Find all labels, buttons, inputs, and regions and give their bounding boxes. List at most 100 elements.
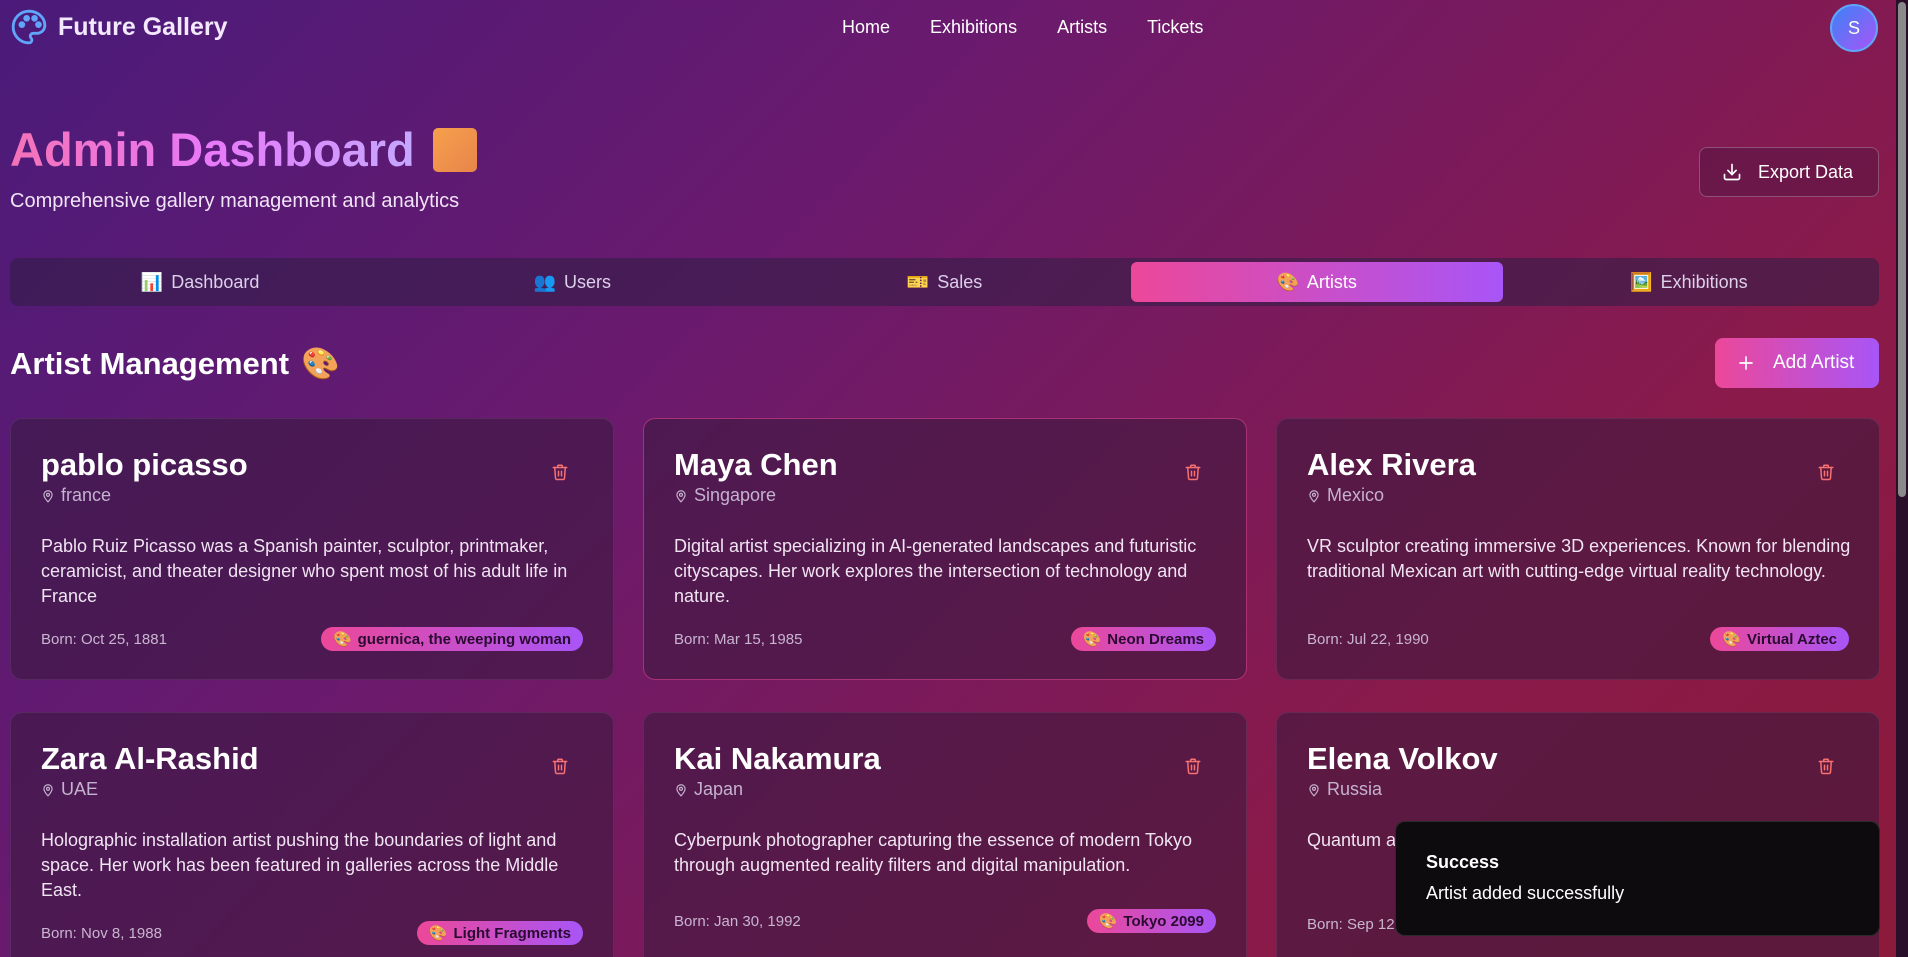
tab-sales[interactable]: 🎫 Sales	[758, 262, 1130, 302]
palette-icon: 🎨	[1082, 631, 1102, 648]
born-date: Born: Jul 22, 1990	[1307, 630, 1429, 648]
export-data-button[interactable]: Export Data	[1699, 147, 1879, 197]
artist-card: Kai Nakamura Japan Cyberpunk photographe…	[643, 712, 1247, 957]
card-footer: Born: Jul 22, 1990 🎨 Virtual Aztec	[1307, 627, 1849, 651]
palette-icon: 🎨	[332, 631, 352, 648]
ticket-icon: 🎫	[906, 271, 930, 292]
nav-exhibitions[interactable]: Exhibitions	[930, 17, 1017, 38]
delete-artist-icon[interactable]	[1184, 755, 1202, 777]
map-pin-icon	[676, 783, 686, 797]
title-decoration	[432, 127, 477, 172]
scrollbar[interactable]	[1896, 0, 1908, 957]
artwork-tag: 🎨 Tokyo 2099	[1086, 909, 1216, 933]
export-label: Export Data	[1758, 161, 1854, 182]
add-artist-label: Add Artist	[1773, 352, 1855, 373]
palette-icon: 🎨	[301, 346, 340, 381]
tab-label: Users	[564, 271, 612, 292]
users-icon: 👥	[533, 271, 556, 292]
nav-artists[interactable]: Artists	[1057, 17, 1107, 38]
app-name: Future Gallery	[58, 12, 228, 41]
delete-artist-icon[interactable]	[1817, 755, 1835, 777]
location-text: Singapore	[694, 485, 777, 505]
title-row: Admin Dashboard	[10, 122, 477, 177]
nav-tickets[interactable]: Tickets	[1147, 17, 1203, 38]
download-icon	[1723, 163, 1741, 181]
section-title: Artist Management	[10, 345, 290, 381]
artwork-tag: 🎨 Virtual Aztec	[1710, 627, 1849, 651]
born-date: Born: Nov 8, 1988	[41, 924, 162, 942]
tab-users[interactable]: 👥 Users	[386, 262, 758, 302]
artist-name: Kai Nakamura	[674, 741, 881, 776]
delete-artist-icon[interactable]	[551, 461, 569, 483]
artist-location: Japan	[674, 779, 1216, 800]
artist-location: Mexico	[1307, 485, 1849, 506]
delete-artist-icon[interactable]	[551, 755, 569, 777]
born-date: Born: Sep 12	[1307, 916, 1395, 933]
artist-card: Maya Chen Singapore Digital artist speci…	[643, 418, 1247, 680]
success-toast[interactable]: Success Artist added successfully	[1395, 821, 1880, 936]
artwork-name: Neon Dreams	[1107, 630, 1204, 648]
location-text: Russia	[1327, 779, 1383, 799]
born-date: Born: Mar 15, 1985	[674, 630, 803, 648]
artist-location: france	[41, 485, 583, 506]
artist-location: UAE	[41, 779, 583, 800]
card-footer: Born: Oct 25, 1881 🎨 guernica, the weepin…	[41, 627, 583, 651]
artist-description: Pablo Ruiz Picasso was a Spanish painter…	[41, 536, 568, 606]
palette-icon: 🎨	[1722, 631, 1741, 648]
page-subtitle: Comprehensive gallery management and ana…	[10, 190, 460, 212]
delete-artist-icon[interactable]	[1184, 461, 1202, 483]
palette-icon	[11, 9, 47, 45]
add-artist-button[interactable]: Add Artist	[1715, 338, 1879, 388]
page: Future Gallery Home Exhibitions Artists …	[0, 0, 1896, 957]
delete-artist-icon[interactable]	[1817, 461, 1835, 483]
admin-tabs: 📊 Dashboard 👥 Users 🎫 Sales 🎨 Artists 🖼️…	[10, 258, 1879, 306]
artist-location: Singapore	[674, 485, 1216, 506]
artist-location: Russia	[1307, 779, 1849, 800]
artist-card: pablo picasso france Pablo Ruiz Picasso …	[10, 418, 614, 680]
artist-name: Zara Al-Rashid	[41, 741, 259, 776]
card-footer: Born: Nov 8, 1988 🎨 Light Fragments	[41, 921, 583, 945]
logo[interactable]: Future Gallery	[10, 8, 228, 46]
tab-label: Exhibitions	[1660, 271, 1748, 292]
artwork-tag: 🎨 Neon Dreams	[1070, 627, 1216, 651]
location-text: france	[61, 485, 112, 505]
toast-message: Artist added successfully	[1426, 883, 1625, 903]
artist-description: VR sculptor creating immersive 3D experi…	[1307, 536, 1851, 581]
map-pin-icon	[1309, 783, 1319, 797]
main-nav: Home Exhibitions Artists Tickets	[842, 17, 1203, 38]
artist-name: Maya Chen	[674, 447, 838, 482]
location-text: Mexico	[1327, 485, 1385, 505]
artist-name: Alex Rivera	[1307, 447, 1476, 482]
artwork-name: Light Fragments	[453, 924, 571, 942]
palette-icon: 🎨	[1276, 271, 1299, 292]
artist-description: Holographic installation artist pushing …	[41, 830, 559, 900]
map-pin-icon	[43, 783, 53, 797]
artist-card: Zara Al-Rashid UAE Holographic installat…	[10, 712, 614, 957]
born-date: Born: Oct 25, 1881	[41, 630, 167, 648]
location-text: Japan	[694, 779, 744, 799]
map-pin-icon	[43, 489, 53, 503]
artwork-tag: 🎨 guernica, the weeping woman	[320, 627, 583, 651]
map-pin-icon	[676, 489, 686, 503]
tab-dashboard[interactable]: 📊 Dashboard	[14, 262, 386, 302]
chart-icon: 📊	[140, 271, 164, 292]
section-heading: Artist Management 🎨	[10, 345, 340, 382]
artist-description: Digital artist specializing in AI-genera…	[674, 536, 1197, 606]
tab-label: Sales	[937, 271, 983, 292]
artwork-name: guernica, the weeping woman	[357, 630, 571, 648]
tab-label: Artists	[1306, 271, 1357, 292]
scrollbar-thumb[interactable]	[1898, 2, 1906, 497]
avatar[interactable]: S	[1830, 4, 1878, 52]
artwork-name: Virtual Aztec	[1746, 630, 1837, 648]
toast-title: Success	[1426, 852, 1500, 872]
tab-exhibitions[interactable]: 🖼️ Exhibitions	[1503, 262, 1875, 302]
nav-home[interactable]: Home	[842, 17, 890, 38]
artist-name: Elena Volkov	[1307, 741, 1498, 776]
artist-card: Alex Rivera Mexico VR sculptor creating …	[1276, 418, 1880, 680]
artist-description: Cyberpunk photographer capturing the ess…	[674, 830, 1192, 875]
artwork-tag: 🎨 Light Fragments	[416, 921, 583, 945]
card-footer: Born: Jan 30, 1992 🎨 Tokyo 2099	[674, 909, 1216, 933]
tab-label: Dashboard	[171, 271, 260, 292]
palette-icon: 🎨	[428, 925, 448, 942]
tab-artists[interactable]: 🎨 Artists	[1130, 262, 1503, 302]
